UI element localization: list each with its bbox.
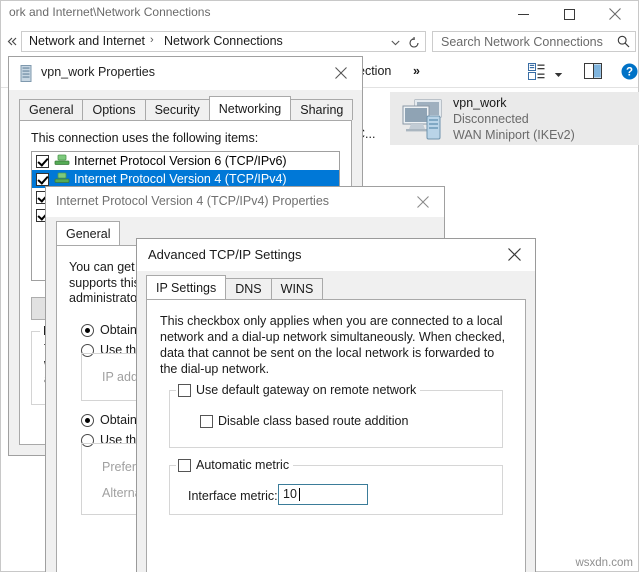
tab-options[interactable]: Options bbox=[82, 99, 146, 120]
tab-wins[interactable]: WINS bbox=[270, 278, 324, 299]
advanced-dialog-body: IP Settings DNS WINS This checkbox only … bbox=[137, 271, 535, 572]
radio-icon[interactable] bbox=[81, 323, 94, 337]
protocol-icon bbox=[54, 154, 70, 168]
connection-device: WAN Miniport (IKEv2) bbox=[453, 128, 575, 142]
tab-dns[interactable]: DNS bbox=[225, 278, 272, 299]
maximize-button[interactable] bbox=[546, 1, 592, 27]
tab-security[interactable]: Security bbox=[144, 99, 210, 120]
window-title: ork and Internet\Network Connections bbox=[9, 5, 211, 19]
address-bar-row: Network and Internet › Network Connectio… bbox=[1, 27, 638, 56]
back-chevrons-icon[interactable] bbox=[3, 31, 21, 52]
checkbox-use-default-gateway[interactable]: Use default gateway on remote network bbox=[176, 383, 421, 397]
connection-name: vpn_work bbox=[453, 96, 507, 110]
tab-general[interactable]: General bbox=[56, 221, 121, 245]
minimize-button[interactable] bbox=[500, 1, 546, 27]
checkbox-icon[interactable] bbox=[178, 458, 191, 472]
vpn-tab-strip: General Options Security Networking Shar… bbox=[19, 96, 354, 121]
chevron-down-icon[interactable] bbox=[387, 35, 403, 50]
search-icon[interactable] bbox=[617, 35, 630, 51]
connection-tile-vpn-work[interactable]: vpn_work Disconnected WAN Miniport (IKEv… bbox=[390, 92, 639, 145]
breadcrumb-separator: › bbox=[150, 34, 154, 46]
close-button[interactable] bbox=[592, 1, 638, 27]
radio-icon[interactable] bbox=[81, 413, 94, 427]
chevron-down-icon[interactable] bbox=[554, 67, 563, 81]
vpn-dialog-title-bar: vpn_work Properties bbox=[9, 57, 362, 90]
tab-general[interactable]: General bbox=[19, 99, 84, 120]
list-item-label: Internet Protocol Version 4 (TCP/IPv4) bbox=[74, 172, 287, 186]
breadcrumb-network-and-internet[interactable]: Network and Internet bbox=[29, 34, 145, 48]
address-bar[interactable]: Network and Internet › Network Connectio… bbox=[21, 31, 426, 52]
protocol-icon bbox=[54, 172, 70, 186]
screen-root: ork and Internet\Network Connections Net… bbox=[0, 0, 639, 572]
svg-text:?: ? bbox=[626, 67, 633, 79]
command-connection-item[interactable]: ection bbox=[358, 64, 391, 78]
explorer-title-bar: ork and Internet\Network Connections bbox=[1, 1, 638, 27]
advanced-description-text: This checkbox only applies when you are … bbox=[160, 314, 506, 376]
refresh-icon[interactable] bbox=[406, 35, 422, 50]
gateway-group: Use default gateway on remote network Di… bbox=[169, 383, 503, 448]
advanced-tcpip-settings-dialog: Advanced TCP/IP Settings IP Settings DNS… bbox=[136, 238, 536, 572]
ipv4-tab-strip: General bbox=[56, 221, 121, 246]
advanced-ip-settings-panel: This checkbox only applies when you are … bbox=[146, 299, 526, 572]
view-details-icon[interactable] bbox=[528, 63, 545, 83]
help-icon[interactable]: ? bbox=[621, 63, 638, 83]
tab-ip-settings[interactable]: IP Settings bbox=[146, 275, 227, 299]
advanced-dialog-title: Advanced TCP/IP Settings bbox=[148, 247, 302, 262]
checkbox-label: Automatic metric bbox=[196, 458, 290, 472]
tab-networking[interactable]: Networking bbox=[208, 96, 292, 120]
interface-metric-value: 10 bbox=[283, 487, 297, 501]
list-item-label: Internet Protocol Version 6 (TCP/IPv6) bbox=[74, 154, 287, 168]
connection-items-label: This connection uses the following items… bbox=[31, 131, 259, 145]
checkbox-icon[interactable] bbox=[200, 414, 213, 428]
properties-icon bbox=[18, 65, 35, 82]
close-icon[interactable] bbox=[493, 239, 535, 270]
list-item[interactable]: Internet Protocol Version 6 (TCP/IPv6) bbox=[32, 152, 339, 170]
text-caret bbox=[299, 488, 300, 501]
checkbox-disable-class-based-route[interactable]: Disable class based route addition bbox=[200, 414, 413, 428]
tab-sharing[interactable]: Sharing bbox=[290, 99, 354, 120]
search-placeholder: Search Network Connections bbox=[441, 35, 603, 49]
advanced-tab-strip: IP Settings DNS WINS bbox=[146, 275, 324, 300]
ipv4-dialog-title: Internet Protocol Version 4 (TCP/IPv4) P… bbox=[56, 194, 330, 208]
checkbox-icon[interactable] bbox=[36, 172, 49, 186]
close-icon[interactable] bbox=[402, 187, 444, 216]
preview-pane-icon[interactable] bbox=[584, 63, 602, 82]
vpn-dialog-title: vpn_work Properties bbox=[41, 65, 155, 79]
checkbox-automatic-metric[interactable]: Automatic metric bbox=[176, 458, 294, 472]
checkbox-icon[interactable] bbox=[36, 154, 49, 168]
breadcrumb-network-connections[interactable]: Network Connections bbox=[164, 34, 283, 48]
close-icon[interactable] bbox=[320, 57, 362, 88]
metric-group: Automatic metric Interface metric: 10 bbox=[169, 458, 503, 515]
checkbox-label: Use default gateway on remote network bbox=[196, 383, 417, 397]
interface-metric-input[interactable]: 10 bbox=[278, 484, 368, 505]
command-overflow-button[interactable]: » bbox=[413, 64, 420, 78]
ipv4-dialog-title-bar: Internet Protocol Version 4 (TCP/IPv4) P… bbox=[46, 187, 444, 217]
checkbox-icon[interactable] bbox=[178, 383, 191, 397]
interface-metric-label: Interface metric: bbox=[188, 489, 278, 503]
search-input[interactable]: Search Network Connections bbox=[432, 31, 636, 52]
checkbox-label: Disable class based route addition bbox=[218, 414, 409, 428]
advanced-dialog-title-bar: Advanced TCP/IP Settings bbox=[137, 239, 535, 271]
network-connection-icon bbox=[401, 98, 447, 140]
connection-status: Disconnected bbox=[453, 112, 529, 126]
watermark-text: wsxdn.com bbox=[575, 557, 633, 569]
